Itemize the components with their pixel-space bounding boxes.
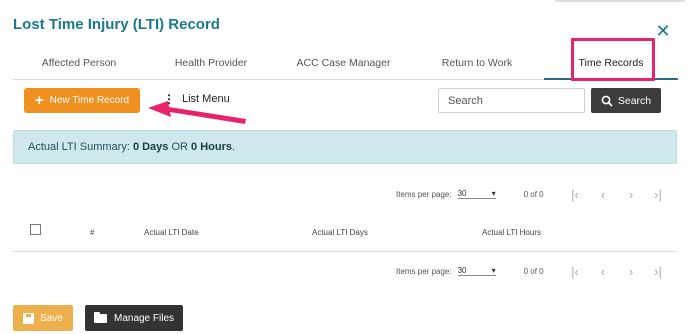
floppy-disk-icon: [23, 312, 35, 324]
close-icon[interactable]: ✕: [655, 22, 671, 40]
save-button[interactable]: Save: [13, 305, 73, 331]
kebab-icon: ⋮: [163, 92, 175, 106]
table-header: # Actual LTI Date Actual LTI Days Actual…: [13, 218, 677, 252]
next-page-icon[interactable]: ›: [625, 264, 637, 279]
manage-files-label: Manage Files: [113, 312, 175, 324]
items-per-page-label: Items per page:: [396, 189, 452, 199]
list-menu-label: List Menu: [182, 93, 230, 105]
tab-time-records[interactable]: Time Records: [544, 48, 678, 80]
last-page-icon[interactable]: ›|: [652, 264, 664, 279]
items-per-page-value: 30: [457, 266, 467, 275]
items-per-page-select[interactable]: 30 ▾: [457, 266, 496, 276]
search-button[interactable]: Search: [591, 88, 661, 113]
new-time-record-button[interactable]: + New Time Record: [24, 88, 140, 113]
lti-summary-banner: Actual LTI Summary: 0 Days OR 0 Hours.: [13, 130, 677, 164]
tab-bar: Affected Person Health Provider ACC Case…: [13, 48, 678, 80]
column-header-lti-days[interactable]: Actual LTI Days: [312, 228, 368, 237]
page-range: 0 of 0: [523, 189, 544, 199]
page-range: 0 of 0: [523, 266, 544, 276]
paginator-bottom: Items per page: 30 ▾ 0 of 0 |‹ ‹ › ›|: [396, 261, 662, 281]
prev-page-icon[interactable]: ‹: [597, 187, 609, 202]
prev-page-icon[interactable]: ‹: [597, 264, 609, 279]
dialog-title: Lost Time Injury (LTI) Record: [13, 16, 220, 33]
tab-affected-person[interactable]: Affected Person: [13, 48, 145, 80]
items-per-page-select[interactable]: 30 ▾: [457, 189, 496, 199]
column-header-number[interactable]: #: [90, 228, 94, 237]
chevron-down-icon: ▾: [491, 266, 496, 275]
column-header-lti-date[interactable]: Actual LTI Date: [144, 228, 199, 237]
plus-icon: +: [34, 92, 44, 109]
top-edge-stub: [555, 0, 685, 2]
first-page-icon[interactable]: |‹: [569, 187, 581, 202]
select-all-checkbox[interactable]: [30, 224, 41, 235]
list-menu-button[interactable]: ⋮ List Menu: [163, 92, 230, 106]
summary-prefix: Actual LTI Summary:: [28, 141, 133, 153]
search-button-label: Search: [617, 94, 652, 107]
new-time-record-label: New Time Record: [49, 95, 130, 106]
tab-return-to-work[interactable]: Return to Work: [410, 48, 544, 80]
column-header-lti-hours[interactable]: Actual LTI Hours: [482, 228, 541, 237]
folder-icon: [93, 311, 107, 323]
paginator-top: Items per page: 30 ▾ 0 of 0 |‹ ‹ › ›|: [396, 184, 662, 204]
save-button-label: Save: [40, 312, 63, 324]
items-per-page-label: Items per page:: [396, 266, 452, 276]
manage-files-button[interactable]: Manage Files: [85, 305, 183, 331]
summary-suffix: .: [232, 141, 236, 153]
items-per-page-value: 30: [457, 189, 467, 198]
chevron-down-icon: ▾: [491, 189, 496, 198]
search-input[interactable]: [438, 88, 585, 113]
magnifier-icon: [601, 95, 613, 107]
next-page-icon[interactable]: ›: [625, 187, 637, 202]
summary-hours: 0 Hours: [191, 141, 233, 153]
summary-or: OR: [168, 141, 192, 153]
first-page-icon[interactable]: |‹: [569, 264, 581, 279]
summary-days: 0 Days: [132, 141, 169, 153]
last-page-icon[interactable]: ›|: [652, 187, 664, 202]
tab-acc-case-manager[interactable]: ACC Case Manager: [277, 48, 410, 80]
tab-health-provider[interactable]: Health Provider: [145, 48, 277, 80]
